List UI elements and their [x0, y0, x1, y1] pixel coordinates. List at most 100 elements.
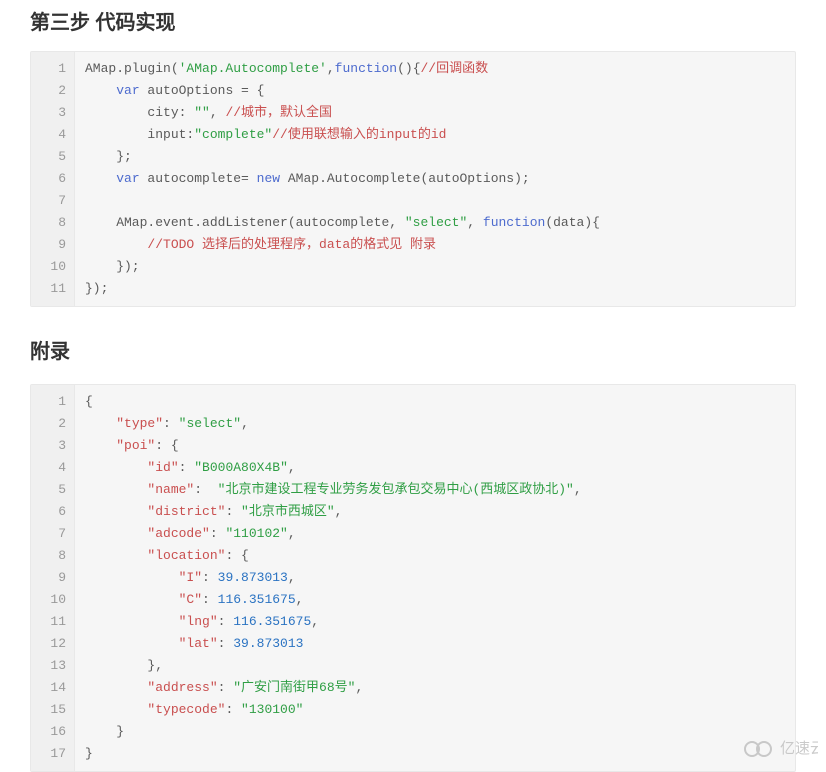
heading-appendix: 附录	[30, 335, 796, 364]
line-number: 14	[43, 677, 66, 699]
code-token	[85, 702, 147, 717]
code-line: "lat": 39.873013	[85, 633, 785, 655]
code-token: ,	[335, 504, 343, 519]
code-token: (){	[397, 61, 420, 76]
code-token: });	[85, 281, 108, 296]
code-line: {	[85, 391, 785, 413]
code-token: "complete"	[194, 127, 272, 142]
code-token: 39.873013	[218, 570, 288, 585]
code-token: },	[85, 658, 163, 673]
line-number: 4	[43, 124, 66, 146]
line-number: 3	[43, 102, 66, 124]
code-token: "select"	[179, 416, 241, 431]
code-token: "110102"	[225, 526, 287, 541]
watermark-logo: 亿速云	[740, 733, 818, 761]
code-token: ,	[241, 416, 249, 431]
code-token: "type"	[116, 416, 163, 431]
code-line: });	[85, 256, 785, 278]
code-token: ,	[355, 680, 363, 695]
code-token	[85, 592, 179, 607]
line-number: 10	[43, 589, 66, 611]
line-number: 5	[43, 146, 66, 168]
code-token: AMap.Autocomplete(autoOptions);	[280, 171, 530, 186]
code-token: (data){	[545, 215, 600, 230]
code-line: "poi": {	[85, 435, 785, 457]
code-token	[85, 504, 147, 519]
code-token: "广安门南街甲68号"	[233, 680, 355, 695]
code-line: AMap.plugin('AMap.Autocomplete',function…	[85, 58, 785, 80]
heading-step3: 第三步 代码实现	[30, 6, 796, 35]
code-token: "北京市建设工程专业劳务发包承包交易中心(西城区政协北)"	[218, 482, 574, 497]
code-token: :	[218, 614, 234, 629]
code-token: function	[483, 215, 545, 230]
code-token: :	[202, 570, 218, 585]
code-token: ,	[574, 482, 582, 497]
code-token	[85, 570, 179, 585]
code-token	[85, 482, 147, 497]
line-number: 15	[43, 699, 66, 721]
code-token: }	[85, 746, 93, 761]
code-token: :	[210, 526, 226, 541]
line-number: 9	[43, 567, 66, 589]
code-token: ,	[288, 526, 296, 541]
code-token: ,	[467, 215, 483, 230]
code-line: "id": "B000A80X4B",	[85, 457, 785, 479]
code-token: //TODO 选择后的处理程序，data的格式见 附录	[147, 237, 436, 252]
code-line: "type": "select",	[85, 413, 785, 435]
code-token: 116.351675	[233, 614, 311, 629]
code-token	[85, 83, 116, 98]
code-token: : {	[225, 548, 248, 563]
code-token: "typecode"	[147, 702, 225, 717]
code-line: "district": "北京市西城区",	[85, 501, 785, 523]
code-line: };	[85, 146, 785, 168]
code-line: });	[85, 278, 785, 300]
code-line: AMap.event.addListener(autocomplete, "se…	[85, 212, 785, 234]
code-token: autoOptions = {	[140, 83, 265, 98]
code-token: ,	[311, 614, 319, 629]
code-token: };	[85, 149, 132, 164]
code-token: :	[194, 482, 217, 497]
code-token: :	[225, 702, 241, 717]
line-number: 16	[43, 721, 66, 743]
code-token	[85, 438, 116, 453]
code-token	[85, 526, 147, 541]
code-line: "address": "广安门南街甲68号",	[85, 677, 785, 699]
code-token: //使用联想输入的input的id	[272, 127, 446, 142]
code-token: "select"	[405, 215, 467, 230]
line-number: 13	[43, 655, 66, 677]
line-number: 3	[43, 435, 66, 457]
code-token: "B000A80X4B"	[194, 460, 288, 475]
code-area-2: { "type": "select", "poi": { "id": "B000…	[75, 385, 795, 771]
code-token	[85, 460, 147, 475]
line-number: 5	[43, 479, 66, 501]
code-token: AMap.event.addListener(autocomplete,	[85, 215, 405, 230]
code-block-1: 1234567891011 AMap.plugin('AMap.Autocomp…	[30, 51, 796, 307]
line-number: 17	[43, 743, 66, 765]
code-token: "北京市西城区"	[241, 504, 335, 519]
code-token: "id"	[147, 460, 178, 475]
code-token: ,	[327, 61, 335, 76]
code-line: city: "", //城市，默认全国	[85, 102, 785, 124]
code-token	[85, 636, 179, 651]
code-line: "name": "北京市建设工程专业劳务发包承包交易中心(西城区政协北)",	[85, 479, 785, 501]
code-token: new	[257, 171, 280, 186]
code-token: ""	[194, 105, 210, 120]
code-token: ,	[296, 592, 304, 607]
line-number: 9	[43, 234, 66, 256]
code-token: AMap.plugin(	[85, 61, 179, 76]
code-line: var autoOptions = {	[85, 80, 785, 102]
code-token: "lng"	[179, 614, 218, 629]
code-token: "lat"	[179, 636, 218, 651]
code-token: 116.351675	[218, 592, 296, 607]
line-number: 2	[43, 413, 66, 435]
line-number: 10	[43, 256, 66, 278]
code-token: :	[179, 460, 195, 475]
line-number: 7	[43, 523, 66, 545]
line-number: 11	[43, 278, 66, 300]
code-token: :	[202, 592, 218, 607]
code-token: var	[116, 171, 139, 186]
code-token: });	[85, 259, 140, 274]
code-token: var	[116, 83, 139, 98]
code-token	[85, 614, 179, 629]
code-token	[85, 416, 116, 431]
